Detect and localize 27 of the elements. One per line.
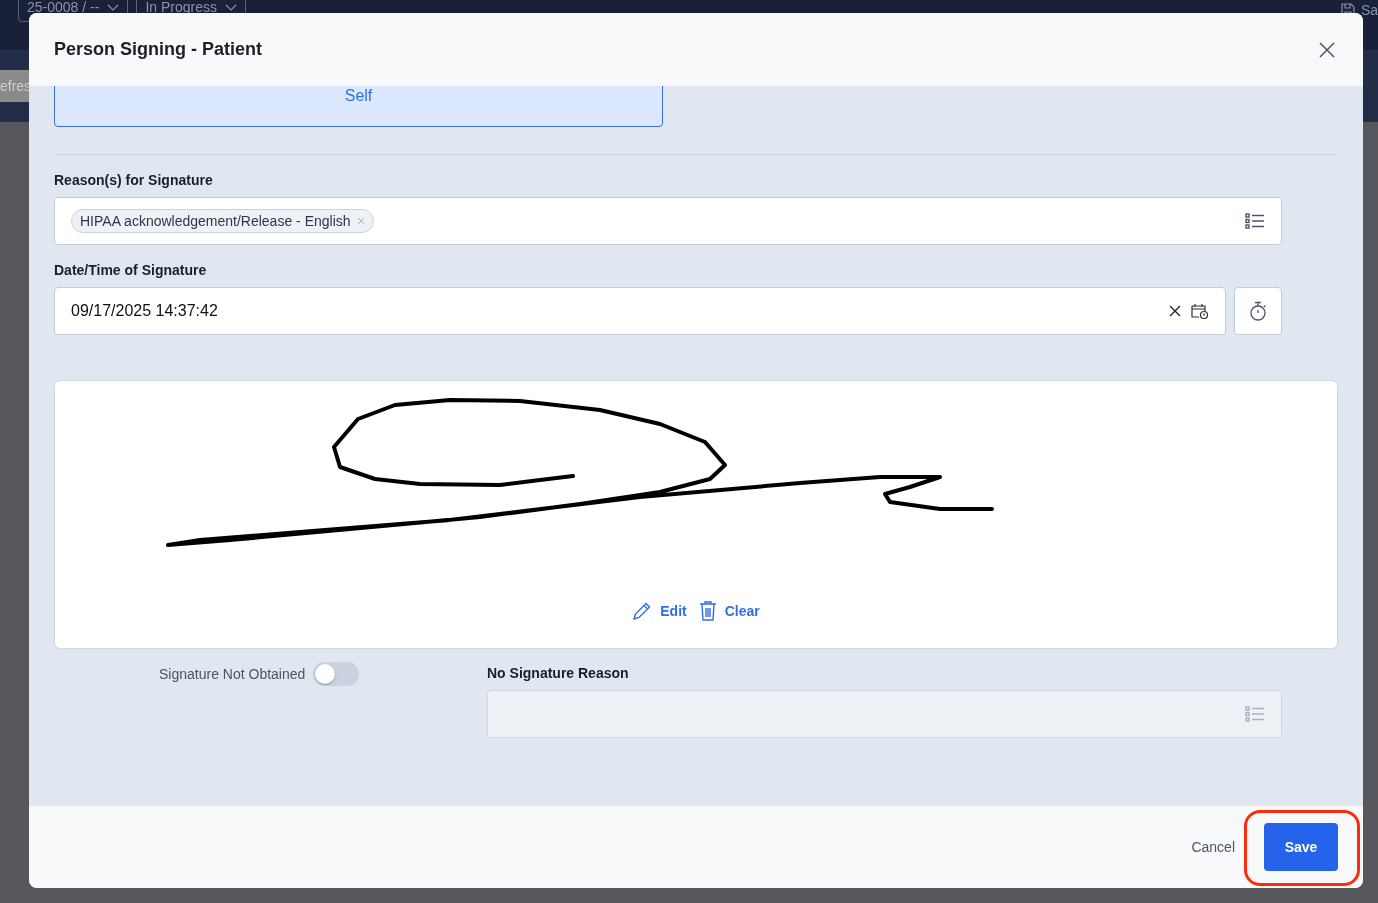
signature-pad[interactable]: Edit Clear bbox=[54, 380, 1338, 649]
stopwatch-icon bbox=[1249, 301, 1267, 321]
clear-link[interactable]: Clear bbox=[698, 601, 760, 621]
edit-link[interactable]: Edit bbox=[632, 601, 687, 621]
field-label: No Signature Reason bbox=[487, 665, 630, 681]
datetime-field[interactable]: 09/17/2025 14:37:42 bbox=[54, 287, 1226, 335]
close-icon[interactable] bbox=[1317, 39, 1337, 60]
save-button[interactable]: Save bbox=[1264, 823, 1338, 871]
toggle-switch[interactable] bbox=[313, 662, 360, 686]
field-label: Reason(s) for Signature bbox=[54, 172, 214, 188]
toolbar-label[interactable]: Sa bbox=[1360, 2, 1378, 18]
cancel-button[interactable]: Cancel bbox=[1191, 839, 1235, 855]
clear-icon[interactable] bbox=[1169, 305, 1181, 317]
chevron-icon bbox=[224, 3, 237, 11]
field-label: Date/Time of Signature bbox=[54, 262, 208, 278]
datetime-value: 09/17/2025 14:37:42 bbox=[71, 302, 219, 320]
toggle-label: Signature Not Obtained bbox=[159, 666, 306, 682]
trash-icon bbox=[698, 601, 717, 621]
stopwatch-button[interactable] bbox=[1234, 287, 1282, 335]
tag-text: HIPAA acknowledgement/Release - English bbox=[80, 213, 351, 229]
chevron-icon bbox=[107, 3, 120, 11]
self-option[interactable]: Self bbox=[54, 86, 663, 127]
reasons-field[interactable]: HIPAA acknowledgement/Release - English bbox=[54, 197, 1282, 245]
list-icon[interactable] bbox=[1245, 213, 1265, 229]
calendar-clock-icon[interactable] bbox=[1191, 303, 1209, 319]
pencil-icon bbox=[632, 601, 653, 621]
dialog-title: Person Signing - Patient bbox=[54, 39, 263, 60]
